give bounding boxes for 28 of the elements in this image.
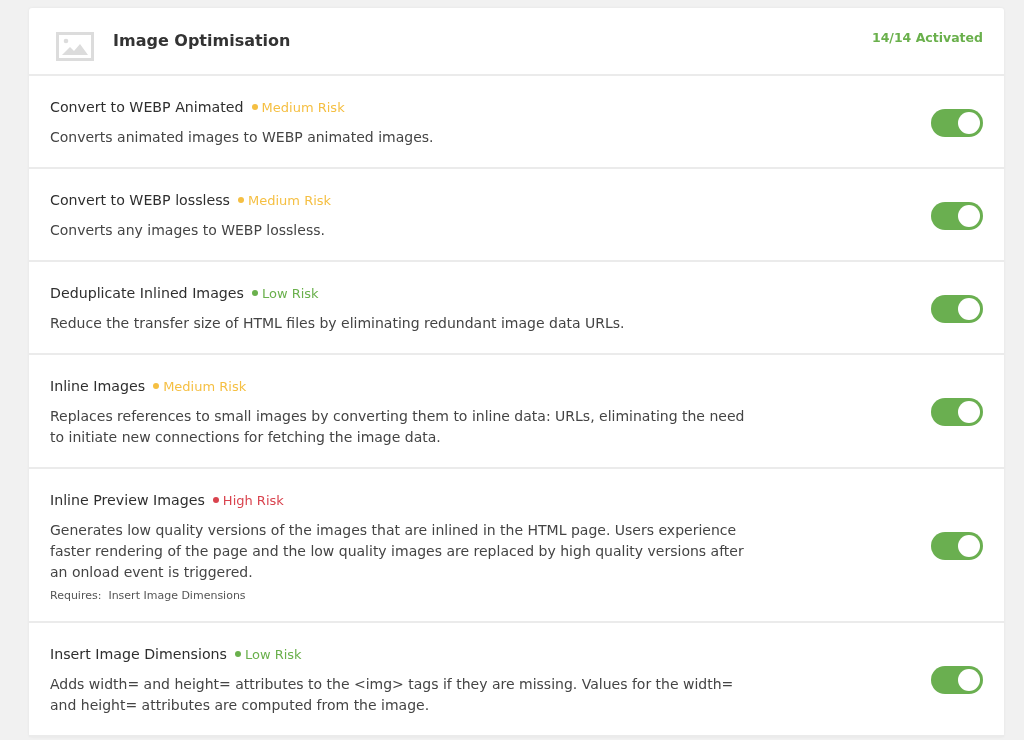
toggle-switch[interactable]: [931, 532, 983, 560]
risk-label: Low Risk: [261, 285, 319, 301]
risk-label: Medium Risk: [261, 99, 345, 115]
feature-description: Converts animated images to WEBP animated images.: [50, 128, 435, 147]
risk-label: Medium Risk: [163, 378, 247, 394]
feature-title: Convert to WEBP Animated: [50, 99, 244, 115]
feature-description: Adds width= and height= attributes to the <img> tags if they are missing. Values for the width= and height= attributes are computed from the image.: [50, 675, 735, 715]
toggle-switch[interactable]: [931, 108, 983, 137]
toggle-switch[interactable]: [931, 201, 983, 230]
risk-label: Low Risk: [244, 646, 302, 662]
requires-note: Requires: Insert Image Dimensions: [50, 589, 246, 602]
activated-count: 14/14 Activated: [871, 29, 983, 45]
section-title: Image Optimisation: [113, 30, 292, 50]
feature-description: Converts any images to WEBP lossless.: [50, 221, 326, 240]
feature-description: Replaces references to small images by converting them to inline data: URLs, eliminating the need to initiate new connections for fetching the image data.: [50, 407, 745, 447]
feature-description: Reduce the transfer size of HTML files by eliminating redundant image data URLs.: [50, 314, 626, 333]
toggle-switch[interactable]: [931, 294, 983, 323]
feature-title: Inline Preview Images: [50, 492, 205, 508]
toggle-switch[interactable]: [931, 398, 983, 426]
feature-title: Inline Images: [50, 378, 146, 394]
image-icon: [56, 31, 94, 61]
toggle-switch[interactable]: [931, 666, 983, 694]
feature-title: Convert to WEBP lossless: [50, 192, 230, 208]
feature-title: Insert Image Dimensions: [50, 646, 227, 662]
risk-label: Medium Risk: [248, 192, 332, 208]
feature-description: Generates low quality versions of the images that are inlined in the HTML page. Users experience faster rendering of the page and the low quality images are replaced by high quality versions after an onload event is triggered.: [50, 521, 745, 582]
feature-title: Deduplicate Inlined Images: [50, 285, 244, 301]
risk-label: High Risk: [222, 492, 284, 508]
